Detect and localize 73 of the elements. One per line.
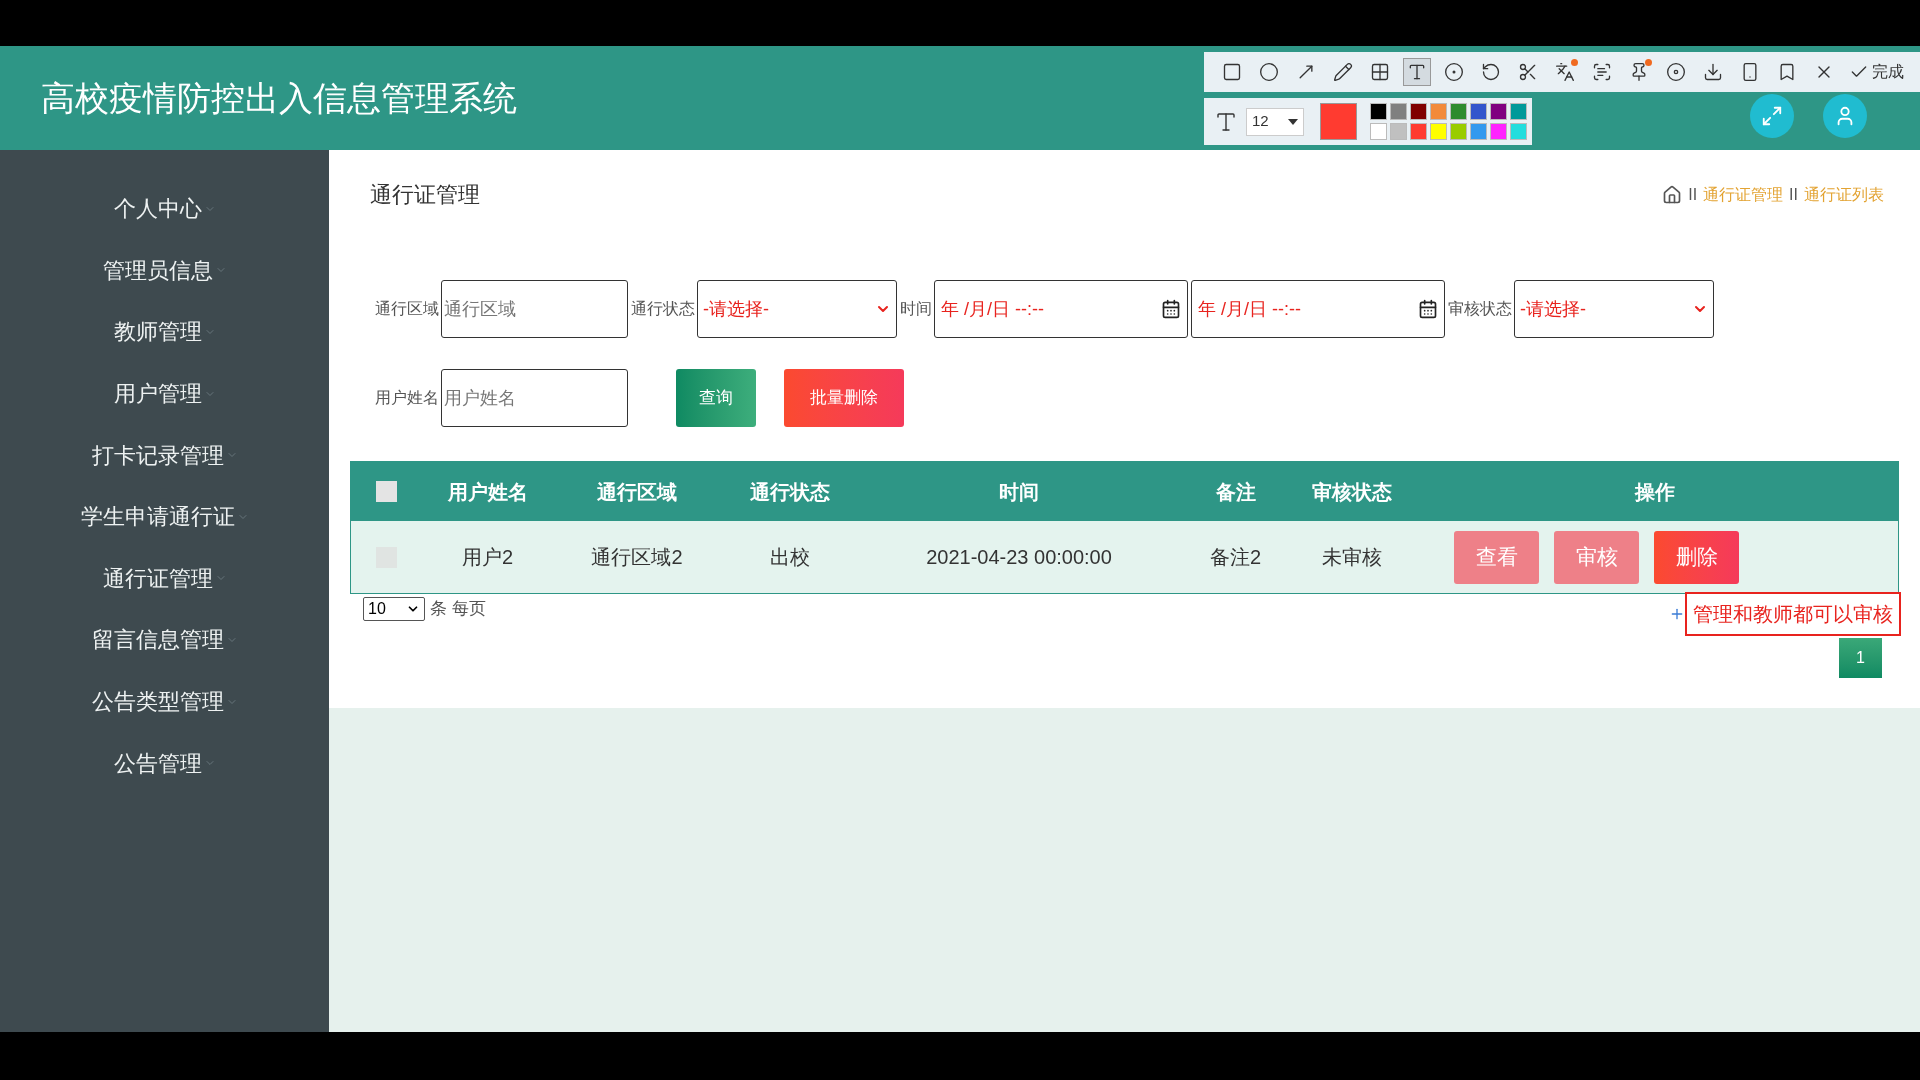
color-swatch[interactable] xyxy=(1510,123,1527,140)
color-swatch[interactable] xyxy=(1410,123,1427,140)
color-swatch[interactable] xyxy=(1390,123,1407,140)
breadcrumb-separator: II xyxy=(1688,184,1698,205)
color-swatch[interactable] xyxy=(1450,103,1467,120)
current-color-swatch[interactable] xyxy=(1320,103,1357,140)
column-header: 审核状态 xyxy=(1311,479,1393,505)
color-swatch[interactable] xyxy=(1470,103,1487,120)
color-swatch[interactable] xyxy=(1430,103,1447,120)
sidebar-item[interactable]: 留言信息管理 xyxy=(0,609,329,671)
text-input[interactable]: 用户姓名 xyxy=(441,369,628,427)
filter-label: 通行状态 xyxy=(631,299,695,319)
delete-button[interactable]: 删除 xyxy=(1654,530,1739,584)
color-swatch[interactable] xyxy=(1490,123,1507,140)
table-cell-text: 通行区域2 xyxy=(590,545,684,570)
sidebar-item[interactable]: 用户管理 xyxy=(0,362,329,425)
font-size-select[interactable]: 12 xyxy=(1246,107,1304,136)
table-cell-text: 用户2 xyxy=(460,545,515,570)
sidebar-item[interactable]: 公告管理 xyxy=(0,732,329,794)
column-header: 操作 xyxy=(1633,479,1676,505)
crosshair-icon xyxy=(1669,606,1685,622)
sidebar-item[interactable]: 个人中心 xyxy=(0,178,329,240)
table-cell-text: 2021-04-23 00:00:00 xyxy=(925,545,1113,570)
filter-label: 审核状态 xyxy=(1448,299,1512,319)
filter-label: 时间 xyxy=(900,299,932,319)
filter-label: 通行区域 xyxy=(375,299,439,319)
page-button[interactable]: 1 xyxy=(1839,638,1882,678)
search-button[interactable]: 查询 xyxy=(676,369,756,427)
datetime-field[interactable]: 年 /月/日 --:-- xyxy=(934,280,1188,338)
batch-delete-button[interactable]: 批量删除 xyxy=(784,369,904,427)
sidebar-item[interactable]: 管理员信息 xyxy=(0,239,329,302)
text-icon[interactable] xyxy=(1403,58,1431,86)
sidebar-item[interactable]: 公告类型管理 xyxy=(0,670,329,733)
column-header: 通行状态 xyxy=(749,479,831,505)
app-title: 高校疫情防控出入信息管理系统 xyxy=(41,77,517,119)
color-swatch[interactable] xyxy=(1370,103,1387,120)
text-input[interactable]: 通行区域 xyxy=(441,280,628,338)
column-header: 通行区域 xyxy=(596,479,678,505)
column-header: 备注 xyxy=(1214,479,1257,505)
color-swatch[interactable] xyxy=(1410,103,1427,120)
select-all-checkbox[interactable] xyxy=(375,481,397,502)
annotation-text-box: 管理和教师都可以审核 xyxy=(1685,592,1901,636)
fullscreen-button[interactable] xyxy=(1750,94,1794,138)
per-page-label: 条 每页 xyxy=(430,598,486,620)
datetime-field[interactable]: 年 /月/日 --:-- xyxy=(1191,280,1445,338)
table-cell-text: 备注2 xyxy=(1208,545,1263,570)
color-swatch[interactable] xyxy=(1510,103,1527,120)
sidebar-item[interactable]: 通行证管理 xyxy=(0,547,329,610)
color-swatch[interactable] xyxy=(1370,123,1387,140)
sidebar-item[interactable]: 学生申请通行证 xyxy=(0,485,329,548)
home-icon xyxy=(1662,184,1683,205)
user-button[interactable] xyxy=(1823,94,1867,138)
select-field[interactable]: -请选择- xyxy=(697,280,897,338)
calendar-icon xyxy=(1418,299,1438,319)
table-cell-text: 未审核 xyxy=(1321,545,1383,570)
color-swatch[interactable] xyxy=(1390,103,1407,120)
color-swatch[interactable] xyxy=(1450,123,1467,140)
expand-icon xyxy=(1761,105,1783,127)
column-header: 用户姓名 xyxy=(446,479,529,505)
color-swatch[interactable] xyxy=(1430,123,1447,140)
sidebar-item[interactable]: 打卡记录管理 xyxy=(0,424,329,486)
select-field[interactable]: -请选择- xyxy=(1514,280,1714,338)
calendar-icon xyxy=(1161,299,1181,319)
table-cell-text: 出校 xyxy=(769,545,811,570)
filter-label: 用户姓名 xyxy=(375,388,439,408)
done-button[interactable]: 完成 xyxy=(1849,60,1904,84)
page-size-select[interactable]: 10 xyxy=(363,596,425,621)
color-swatch[interactable] xyxy=(1490,103,1507,120)
color-swatch[interactable] xyxy=(1470,123,1487,140)
sidebar-item[interactable]: 教师管理 xyxy=(0,301,329,363)
column-header: 时间 xyxy=(998,479,1040,505)
page-title: 通行证管理 xyxy=(370,181,480,209)
breadcrumb-separator: II xyxy=(1789,184,1798,205)
